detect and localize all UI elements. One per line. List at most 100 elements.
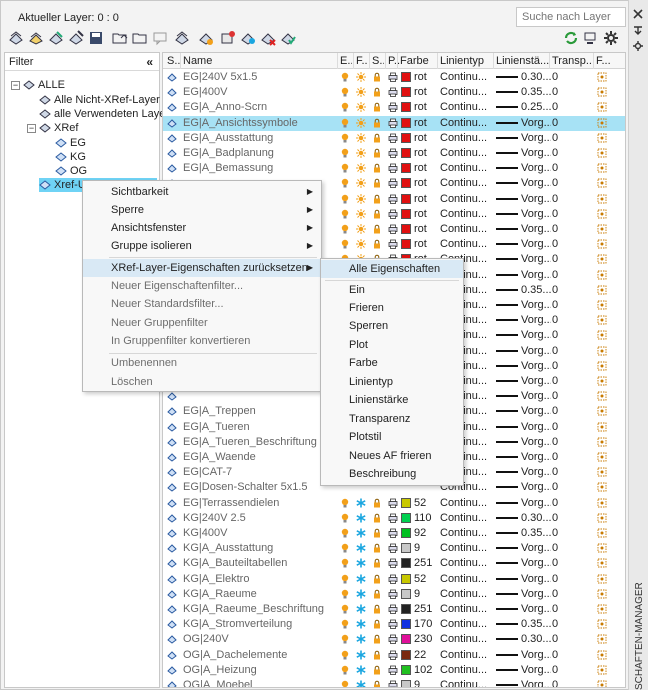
vp-freeze-icon[interactable] bbox=[597, 482, 607, 492]
layer-color[interactable]: 230 bbox=[414, 633, 438, 646]
printer-icon[interactable] bbox=[388, 72, 398, 82]
vp-freeze-icon[interactable] bbox=[597, 330, 607, 340]
table-row[interactable]: EG|400V rot Continu... 0.35... 0 bbox=[163, 85, 625, 100]
vp-freeze-icon[interactable] bbox=[597, 376, 607, 386]
vp-freeze-icon[interactable] bbox=[597, 452, 607, 462]
layer-lineweight[interactable]: 0.30... bbox=[521, 71, 551, 84]
menu-item-lock[interactable]: Sperre ▶ bbox=[83, 201, 321, 219]
lock-icon[interactable] bbox=[372, 558, 382, 568]
vp-freeze-icon[interactable] bbox=[597, 543, 607, 553]
lightbulb-icon[interactable] bbox=[340, 209, 350, 219]
layer-name[interactable]: KG|A_Bauteiltabellen bbox=[183, 557, 335, 570]
layer-lineweight[interactable]: 0.35... bbox=[521, 527, 551, 540]
color-swatch[interactable] bbox=[401, 224, 411, 234]
layer-transparency[interactable]: 0 bbox=[552, 238, 592, 251]
color-swatch[interactable] bbox=[401, 558, 411, 569]
vp-freeze-icon[interactable] bbox=[597, 665, 607, 675]
vp-freeze-icon[interactable] bbox=[597, 87, 607, 97]
lock-icon[interactable] bbox=[372, 619, 382, 629]
layer-lineweight[interactable]: Vorg... bbox=[521, 481, 551, 494]
layer-lineweight[interactable]: Vorg... bbox=[521, 573, 551, 586]
layer-linetype[interactable]: Continu... bbox=[440, 223, 494, 236]
layer-lineweight[interactable]: Vorg... bbox=[521, 299, 551, 312]
color-swatch[interactable] bbox=[401, 208, 411, 219]
layer-color[interactable]: rot bbox=[414, 132, 438, 145]
layer-name[interactable]: KG|A_Raeume bbox=[183, 588, 335, 601]
layer-transparency[interactable]: 0 bbox=[552, 208, 592, 221]
printer-icon[interactable] bbox=[388, 178, 398, 189]
snowflake-icon[interactable] bbox=[356, 528, 366, 538]
layer-linetype[interactable]: Continu... bbox=[440, 542, 494, 555]
color-swatch[interactable] bbox=[401, 588, 411, 599]
lock-icon[interactable] bbox=[372, 163, 382, 173]
menu-item-new-group-filter[interactable]: Neuer Gruppenfilter bbox=[83, 314, 321, 332]
properties-icon[interactable] bbox=[632, 40, 644, 52]
layer-color[interactable]: rot bbox=[414, 238, 438, 251]
printer-icon[interactable] bbox=[388, 102, 398, 113]
layer-transparency[interactable]: 0 bbox=[552, 269, 592, 282]
layer-transparency[interactable]: 0 bbox=[552, 329, 592, 342]
submenu-on[interactable]: Ein bbox=[321, 281, 463, 299]
layer-transparency[interactable]: 0 bbox=[552, 618, 592, 631]
color-swatch[interactable] bbox=[401, 148, 411, 158]
layer-status-icon[interactable] bbox=[167, 604, 177, 614]
lightbulb-icon[interactable] bbox=[340, 72, 350, 82]
lightbulb-icon[interactable] bbox=[340, 118, 350, 128]
sun-icon[interactable] bbox=[356, 87, 366, 98]
layer-lineweight[interactable]: 0.25... bbox=[521, 101, 551, 114]
printer-icon[interactable] bbox=[388, 87, 398, 98]
vp-freeze-icon[interactable] bbox=[597, 239, 607, 249]
col-color[interactable]: Farbe bbox=[400, 55, 436, 67]
vp-freeze-icon[interactable] bbox=[597, 315, 607, 325]
snowflake-icon[interactable] bbox=[356, 665, 366, 675]
lock-icon[interactable] bbox=[372, 72, 382, 82]
lightbulb-icon[interactable] bbox=[340, 528, 350, 538]
layer-transparency[interactable]: 0 bbox=[552, 162, 592, 175]
printer-icon[interactable] bbox=[388, 619, 398, 630]
layer-color[interactable]: 22 bbox=[414, 649, 438, 662]
layer-lineweight[interactable]: 0.35... bbox=[521, 86, 551, 99]
sun-icon[interactable] bbox=[356, 72, 366, 82]
layer-transparency[interactable]: 0 bbox=[552, 360, 592, 373]
printer-icon[interactable] bbox=[388, 650, 398, 660]
lock-icon[interactable] bbox=[372, 209, 382, 219]
layer-linetype[interactable]: Continu... bbox=[440, 618, 494, 631]
layer-color[interactable]: 92 bbox=[414, 527, 438, 540]
lock-icon[interactable] bbox=[372, 498, 382, 508]
layer-transparency[interactable]: 0 bbox=[552, 436, 592, 449]
layer-linetype[interactable]: Continu... bbox=[440, 497, 494, 510]
col-new-vp-freeze[interactable]: F... bbox=[596, 55, 610, 67]
layer-linetype[interactable]: Continu... bbox=[440, 664, 494, 677]
lock-icon[interactable] bbox=[372, 513, 382, 523]
lightbulb-icon[interactable] bbox=[340, 558, 350, 568]
sun-icon[interactable] bbox=[356, 178, 366, 189]
layer-lineweight[interactable]: Vorg... bbox=[521, 329, 551, 342]
close-icon[interactable] bbox=[632, 8, 644, 20]
layer-name[interactable]: EG|A_Bemassung bbox=[183, 162, 335, 175]
vp-freeze-icon[interactable] bbox=[597, 285, 607, 295]
layer-status-icon[interactable] bbox=[167, 406, 177, 417]
layer-status-icon[interactable] bbox=[167, 574, 177, 584]
vp-freeze-icon[interactable] bbox=[597, 467, 607, 477]
layer-transparency[interactable]: 0 bbox=[552, 71, 592, 84]
lightbulb-icon[interactable] bbox=[340, 634, 350, 644]
layer-color[interactable]: 251 bbox=[414, 557, 438, 570]
printer-icon[interactable] bbox=[388, 543, 398, 554]
vp-freeze-icon[interactable] bbox=[597, 209, 607, 219]
layer-transparency[interactable]: 0 bbox=[552, 375, 592, 388]
layer-color[interactable]: 9 bbox=[414, 679, 438, 687]
layer-linetype[interactable]: Continu... bbox=[440, 633, 494, 646]
tree-item-og[interactable]: OG bbox=[55, 164, 87, 178]
vp-freeze-icon[interactable] bbox=[597, 102, 607, 112]
layer-color[interactable]: 102 bbox=[414, 664, 438, 677]
lightbulb-icon[interactable] bbox=[340, 148, 350, 158]
layer-color[interactable]: rot bbox=[414, 162, 438, 175]
lock-icon[interactable] bbox=[372, 634, 382, 644]
lightbulb-icon[interactable] bbox=[340, 680, 350, 688]
printer-icon[interactable] bbox=[388, 194, 398, 204]
layer-transparency[interactable]: 0 bbox=[552, 253, 592, 266]
lock-icon[interactable] bbox=[372, 574, 382, 584]
snowflake-icon[interactable] bbox=[356, 604, 366, 614]
col-plot[interactable]: P... bbox=[388, 55, 400, 67]
lock-icon[interactable] bbox=[372, 680, 382, 688]
